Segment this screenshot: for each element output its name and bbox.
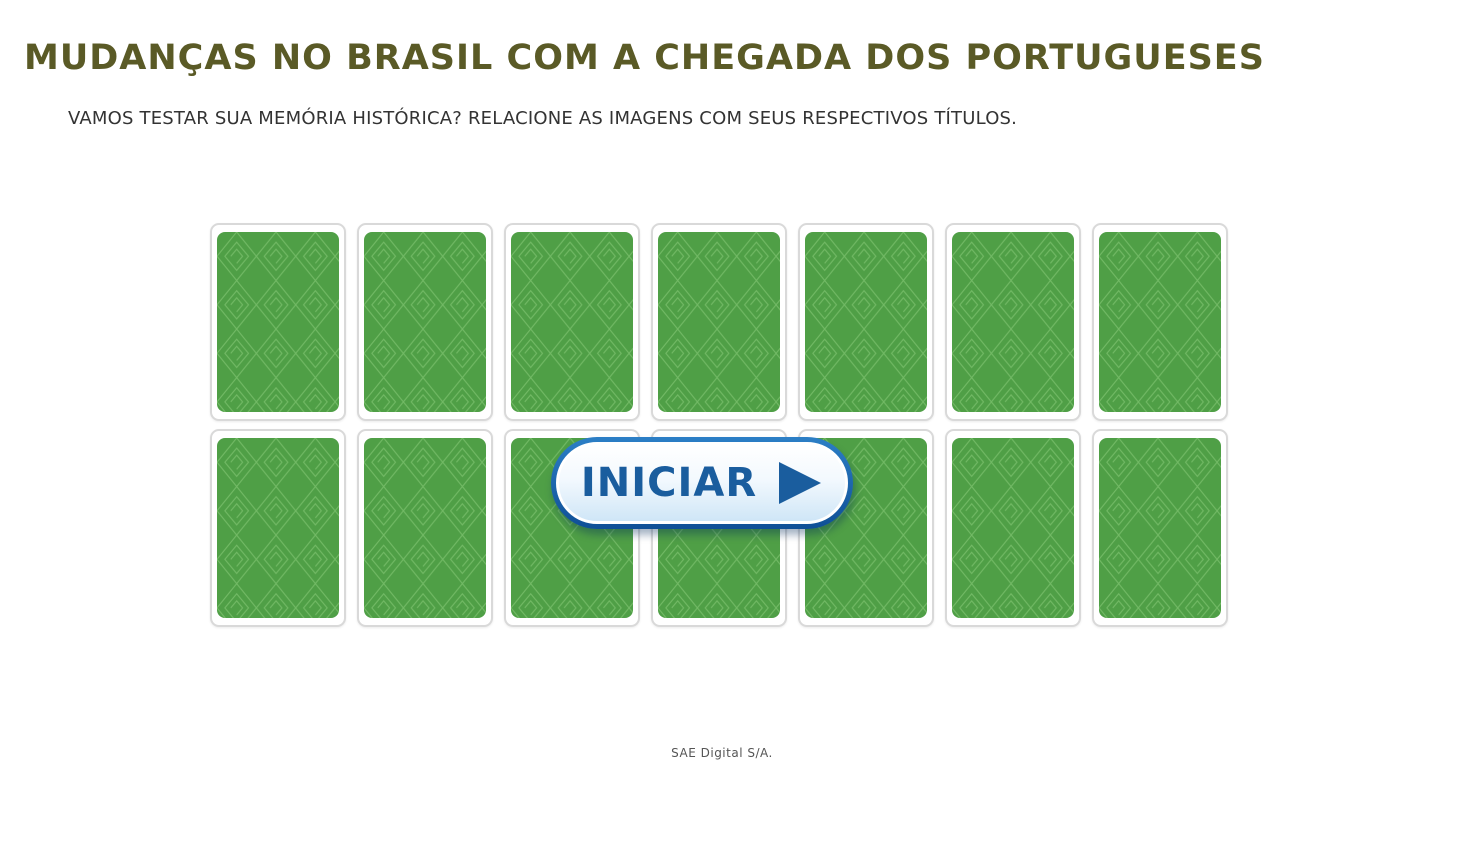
card-back-pattern [658,232,780,412]
memory-card[interactable] [651,223,787,421]
card-back-pattern [805,232,927,412]
memory-card[interactable] [357,429,493,627]
start-button-face: INICIAR [556,442,848,524]
card-back-pattern [364,438,486,618]
memory-card[interactable] [210,223,346,421]
card-back-pattern [217,438,339,618]
memory-card[interactable] [798,223,934,421]
card-grid [210,223,1230,629]
page-title: MUDANÇAS NO BRASIL COM A CHEGADA DOS POR… [24,38,1265,78]
memory-card[interactable] [945,223,1081,421]
card-back-pattern [1099,232,1221,412]
memory-card[interactable] [357,223,493,421]
card-back-pattern [217,232,339,412]
card-back-pattern [952,232,1074,412]
card-back-pattern [952,438,1074,618]
memory-card[interactable] [210,429,346,627]
memory-card[interactable] [945,429,1081,627]
footer-credit: SAE Digital S/A. [671,746,773,760]
card-back-pattern [1099,438,1221,618]
start-button[interactable]: INICIAR [551,437,853,529]
card-back-pattern [364,232,486,412]
start-button-label: INICIAR [580,460,758,506]
instructions: VAMOS TESTAR SUA MEMÓRIA HISTÓRICA? RELA… [68,108,1018,129]
play-arrow-icon [779,462,822,504]
memory-card[interactable] [504,223,640,421]
memory-card[interactable] [1092,429,1228,627]
card-back-pattern [511,232,633,412]
memory-card[interactable] [1092,223,1228,421]
